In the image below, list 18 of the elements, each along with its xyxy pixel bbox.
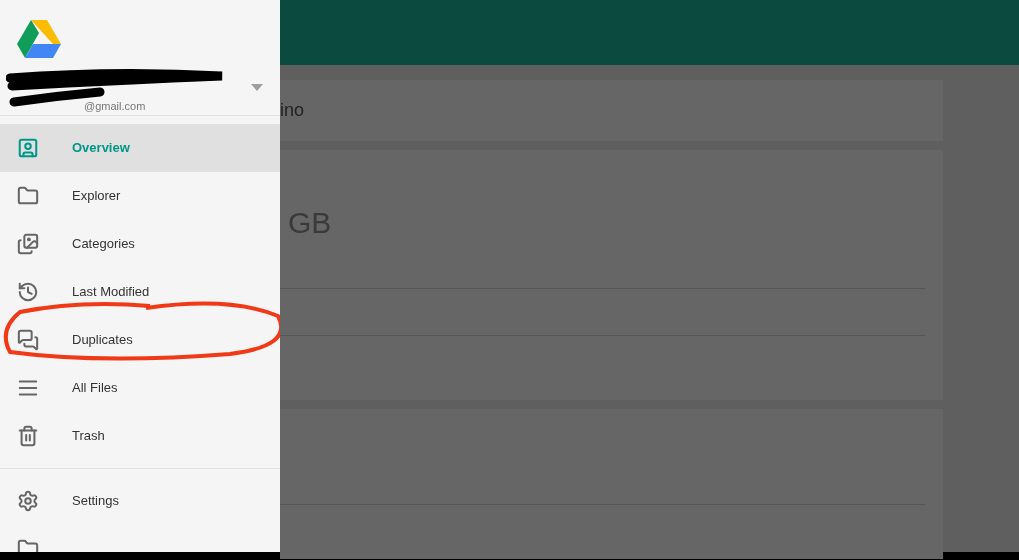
drawer-item[interactable]: All Files — [0, 363, 280, 412]
drawer-item[interactable]: Last Modified — [0, 267, 280, 316]
dropdown-caret-icon[interactable] — [251, 84, 263, 91]
chat-icon — [17, 328, 39, 351]
account-name: ino — [280, 99, 305, 122]
settings-icon — [17, 489, 39, 512]
drawer-item[interactable]: Categories — [0, 219, 280, 268]
drawer-item[interactable]: Settings — [0, 476, 280, 525]
folder-icon — [17, 184, 39, 207]
account-email: @gmail.com — [83, 99, 147, 114]
history-icon — [17, 280, 39, 303]
account-icon — [17, 136, 39, 159]
drawer-item[interactable]: Trash — [0, 411, 280, 460]
images-icon — [17, 232, 39, 255]
drawer-item[interactable]: Explorer — [0, 171, 280, 220]
trash-icon — [17, 424, 39, 447]
drawer-item[interactable]: Duplicates — [0, 315, 280, 364]
drive-logo — [17, 20, 61, 58]
